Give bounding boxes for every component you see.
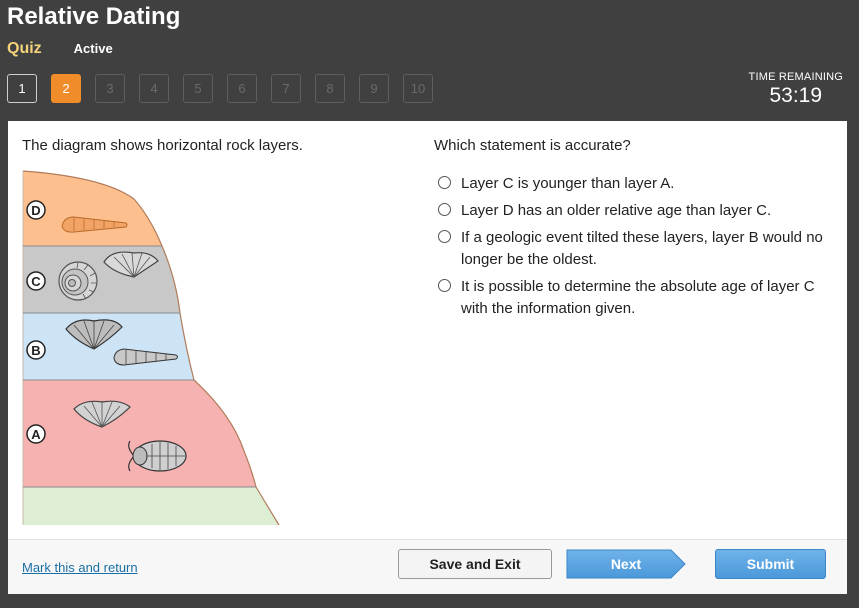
answer-option-3[interactable]: If a geologic event tilted these layers,…	[438, 227, 833, 271]
svg-text:A: A	[31, 427, 41, 442]
layer-c-label-icon: C	[26, 271, 46, 291]
question-3-button[interactable]: 3	[95, 74, 125, 103]
radio-button[interactable]	[438, 203, 451, 216]
answer-options: Layer C is younger than layer A. Layer D…	[438, 173, 833, 325]
svg-text:C: C	[31, 274, 41, 289]
answer-option-1[interactable]: Layer C is younger than layer A.	[438, 173, 833, 195]
timer-label: TIME REMAINING	[748, 71, 843, 83]
question-1-button[interactable]: 1	[7, 74, 37, 103]
radio-button[interactable]	[438, 176, 451, 189]
question-6-button[interactable]: 6	[227, 74, 257, 103]
radio-button[interactable]	[438, 279, 451, 292]
rock-layers-diagram: D C B A	[22, 169, 280, 531]
timer: TIME REMAINING 53:19	[749, 71, 843, 108]
question-8-button[interactable]: 8	[315, 74, 345, 103]
question-5-button[interactable]: 5	[183, 74, 213, 103]
answer-option-label: Layer C is younger than layer A.	[461, 175, 675, 192]
answer-option-label: Layer D has an older relative age than l…	[461, 202, 772, 219]
question-2-button[interactable]: 2	[51, 74, 81, 103]
question-panel: The diagram shows horizontal rock layers…	[8, 121, 847, 594]
quiz-label: Quiz	[7, 40, 42, 57]
save-and-exit-button[interactable]: Save and Exit	[398, 549, 552, 579]
question-prompt: The diagram shows horizontal rock layers…	[22, 137, 303, 154]
ammonite-fossil-icon	[58, 261, 98, 301]
layer-d-label-icon: D	[26, 200, 46, 220]
radio-button[interactable]	[438, 230, 451, 243]
base-layer	[23, 487, 279, 525]
page-title: Relative Dating	[7, 3, 181, 30]
answer-option-label: If a geologic event tilted these layers,…	[461, 229, 823, 268]
status-label: Active	[73, 41, 113, 56]
svg-text:B: B	[31, 343, 40, 358]
svg-text:D: D	[31, 203, 40, 218]
answer-option-2[interactable]: Layer D has an older relative age than l…	[438, 200, 833, 222]
timer-value: 53:19	[769, 84, 823, 107]
layer-a-label-icon: A	[26, 424, 46, 444]
layer-c	[23, 246, 180, 313]
mark-and-return-link[interactable]: Mark this and return	[22, 560, 138, 575]
question-text: Which statement is accurate?	[434, 137, 631, 154]
question-10-button[interactable]: 10	[403, 74, 433, 103]
next-button[interactable]: Next	[566, 549, 686, 579]
layer-a	[23, 380, 256, 487]
layer-b-label-icon: B	[26, 340, 46, 360]
footer-bar: Mark this and return Save and Exit Next …	[8, 539, 847, 594]
next-button-label: Next	[610, 556, 642, 572]
question-navigator: 1 2 3 4 5 6 7 8 9 10	[7, 74, 447, 103]
quiz-subheader: Quiz Active	[7, 40, 113, 58]
question-9-button[interactable]: 9	[359, 74, 389, 103]
submit-button[interactable]: Submit	[715, 549, 826, 579]
question-7-button[interactable]: 7	[271, 74, 301, 103]
answer-option-label: It is possible to determine the absolute…	[461, 278, 815, 317]
answer-option-4[interactable]: It is possible to determine the absolute…	[438, 276, 833, 320]
question-4-button[interactable]: 4	[139, 74, 169, 103]
